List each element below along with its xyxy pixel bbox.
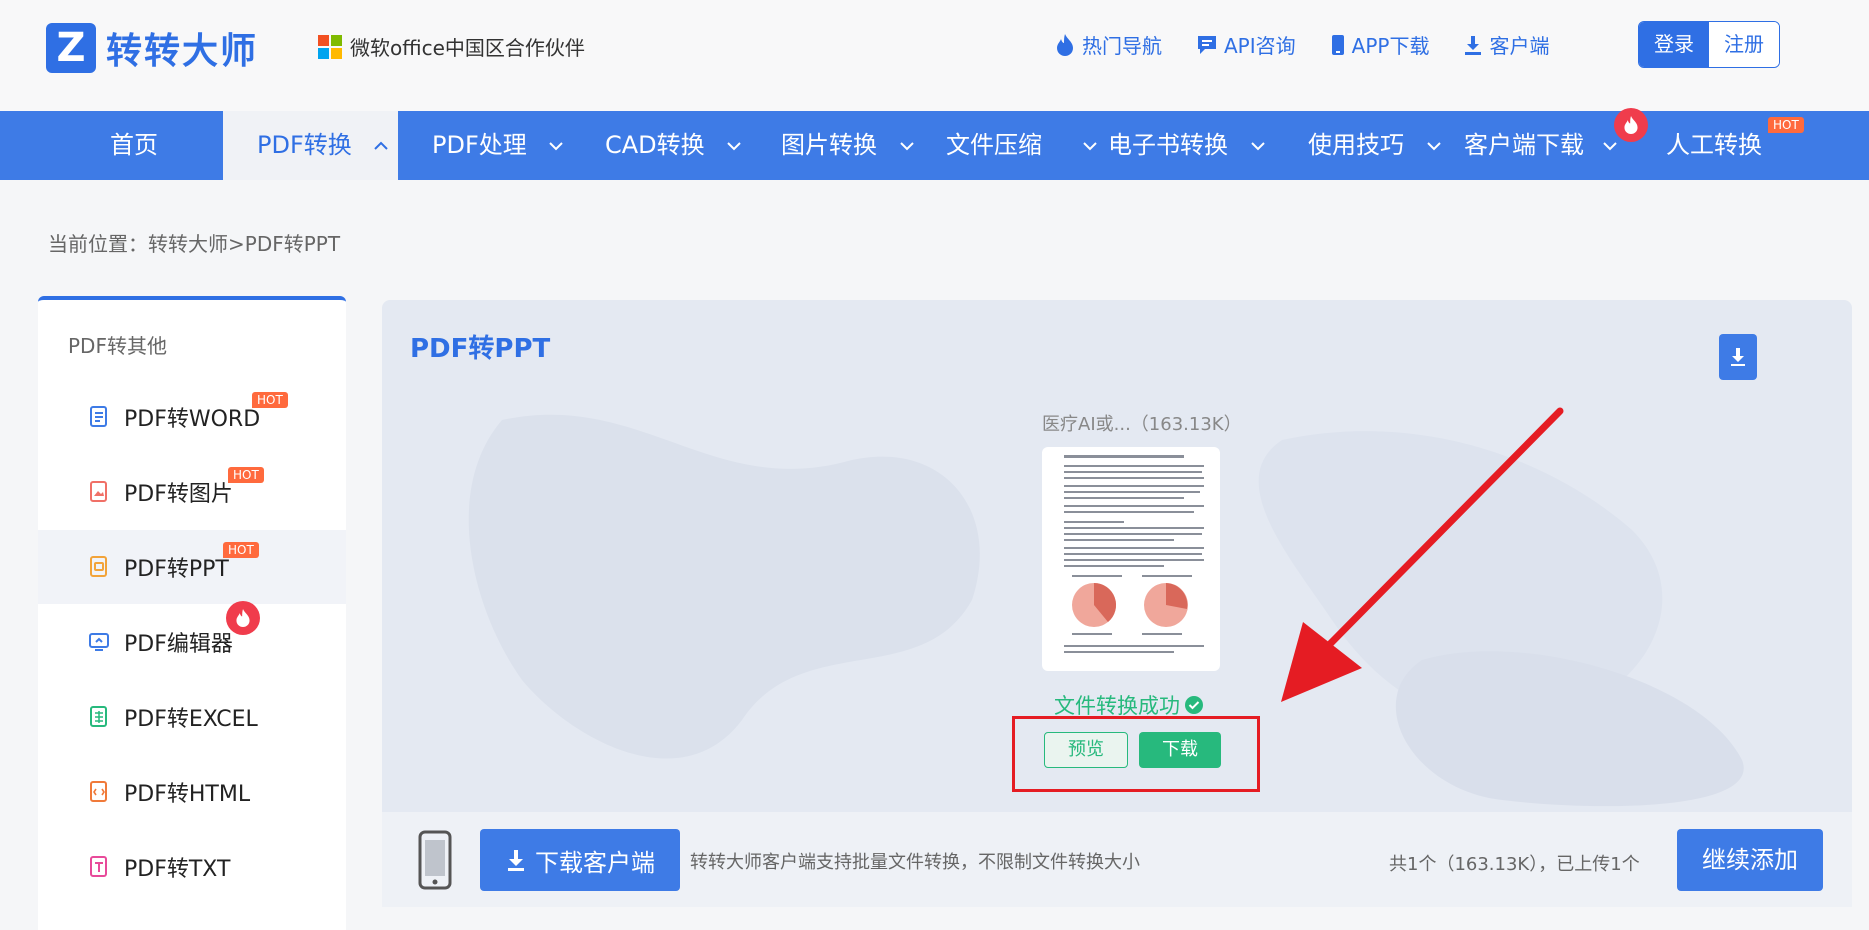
sidebar-item-pdf-html[interactable]: PDF转HTML	[38, 755, 346, 829]
mobile-phone-icon	[418, 830, 452, 890]
sidebar-item-pdf-image[interactable]: PDF转图片	[38, 455, 346, 529]
nav-compress-label: 文件压缩	[946, 131, 1042, 159]
top-header: Z 转转大师 微软office中国区合作伙伴 热门导航 API咨询 APP下载 …	[0, 0, 1869, 111]
sidebar-item-label: PDF转图片	[124, 482, 233, 507]
nav-home-label: 首页	[110, 131, 158, 159]
partner-badge: 微软office中国区合作伙伴	[318, 32, 585, 61]
sidebar-item-label: PDF转EXCEL	[124, 707, 258, 732]
upload-footer: 下载客户端 转转大师客户端支持批量文件转换，不限制文件转换大小 共1个（163.…	[382, 812, 1852, 907]
sidebar-hot-badge: HOT	[252, 392, 288, 408]
chat-icon	[1198, 35, 1216, 54]
file-name: 医疗AI或...（163.13K）	[1042, 414, 1242, 435]
download-client-button[interactable]: 下载客户端	[480, 829, 680, 891]
logo-mark: Z	[46, 23, 96, 73]
html-file-icon	[90, 781, 107, 802]
top-links: 热门导航 API咨询 APP下载 客户端	[1054, 30, 1583, 59]
nav-cad-label: CAD转换	[605, 131, 705, 159]
nav-home[interactable]: 首页	[110, 111, 158, 180]
chevron-up-icon	[374, 141, 389, 150]
txt-file-icon	[90, 856, 107, 877]
sidebar-item-pdf-txt[interactable]: PDF转TXT	[38, 830, 346, 904]
chevron-down-icon	[549, 142, 564, 151]
continue-add-button[interactable]: 继续添加	[1677, 829, 1823, 891]
topnav-api-label: API咨询	[1224, 34, 1296, 58]
panel-download-button[interactable]	[1719, 334, 1757, 380]
excel-file-icon	[90, 706, 107, 727]
download-icon	[508, 850, 524, 871]
logo-text: 转转大师	[106, 31, 259, 72]
chevron-down-icon	[1426, 142, 1441, 151]
sidebar-item-label: PDF转HTML	[124, 782, 251, 807]
chevron-down-icon	[1602, 142, 1617, 151]
fire-icon	[1057, 33, 1073, 56]
auth-group: 登录 注册	[1638, 21, 1780, 68]
sidebar-item-label: PDF编辑器	[124, 632, 233, 657]
convert-panel: PDF转PPT 医疗AI或...（163.13K） 文件转换成功 预览 下载	[382, 300, 1852, 812]
nav-image[interactable]: 图片转换	[781, 111, 915, 180]
breadcrumb: 当前位置：转转大师>PDF转PPT	[48, 232, 341, 256]
sidebar-item-label: PDF转PPT	[124, 557, 229, 582]
sidebar-hot-badge: HOT	[228, 467, 264, 483]
nav-manual-hot-badge: HOT	[1768, 117, 1804, 133]
panel-title: PDF转PPT	[410, 334, 551, 364]
nav-tips[interactable]: 使用技巧	[1308, 111, 1442, 180]
nav-tips-label: 使用技巧	[1308, 131, 1404, 159]
topnav-hot[interactable]: 热门导航	[1054, 30, 1162, 59]
main-nav: 首页 PDF转换 PDF处理 CAD转换 图片转换 文件压缩 电子书转换 使用技…	[0, 108, 1869, 180]
image-file-icon	[90, 481, 107, 502]
topnav-api[interactable]: API咨询	[1196, 30, 1296, 59]
microsoft-icon	[318, 34, 342, 59]
nav-cad[interactable]: CAD转换	[605, 111, 742, 180]
sidebar-item-pdf-editor[interactable]: PDF编辑器	[38, 605, 346, 679]
sidebar: PDF转其他 PDF转WORD HOT PDF转图片 HOT PDF转PPT H…	[38, 296, 346, 930]
sidebar-item-pdf-ppt[interactable]: PDF转PPT	[38, 530, 346, 604]
sidebar-item-label: PDF转WORD	[124, 407, 261, 432]
chevron-down-icon	[727, 142, 742, 151]
sidebar-hot-badge: HOT	[223, 542, 259, 558]
fire-badge-icon	[1614, 108, 1648, 142]
nav-ebook[interactable]: 电子书转换	[1108, 111, 1266, 180]
nav-manual[interactable]: 人工转换	[1666, 111, 1762, 180]
phone-icon	[1331, 34, 1344, 55]
ppt-file-icon	[90, 556, 107, 577]
word-file-icon	[90, 406, 107, 427]
chevron-down-icon	[1082, 142, 1097, 151]
monitor-icon	[89, 633, 109, 651]
document-preview	[1064, 455, 1204, 653]
sidebar-item-pdf-word[interactable]: PDF转WORD	[38, 380, 346, 454]
file-thumbnail[interactable]	[1042, 447, 1220, 671]
nav-client-download-label: 客户端下载	[1464, 131, 1584, 159]
nav-ebook-label: 电子书转换	[1108, 131, 1228, 159]
chevron-down-icon	[1250, 142, 1265, 151]
topnav-client[interactable]: 客户端	[1463, 30, 1549, 59]
partner-text: 微软office中国区合作伙伴	[350, 36, 585, 60]
nav-client-download[interactable]: 客户端下载	[1464, 111, 1618, 180]
register-button[interactable]: 注册	[1709, 22, 1779, 67]
sidebar-item-label: PDF转TXT	[124, 857, 231, 882]
nav-pdf-convert-label: PDF转换	[257, 131, 352, 159]
topnav-app[interactable]: APP下载	[1330, 30, 1430, 59]
topnav-hot-label: 热门导航	[1082, 34, 1162, 58]
nav-pdf-process[interactable]: PDF处理	[432, 111, 564, 180]
fire-badge-icon	[226, 601, 260, 635]
download-client-label: 下载客户端	[535, 848, 655, 877]
nav-manual-label: 人工转换	[1666, 131, 1762, 159]
topnav-app-label: APP下载	[1351, 34, 1430, 58]
chevron-down-icon	[899, 142, 914, 151]
logo[interactable]: Z 转转大师	[46, 22, 258, 74]
nav-compress[interactable]: 文件压缩	[946, 111, 1098, 180]
file-count: 共1个（163.13K），已上传1个	[1389, 854, 1640, 875]
client-note: 转转大师客户端支持批量文件转换，不限制文件转换大小	[690, 852, 1140, 873]
highlight-box	[1012, 716, 1260, 792]
check-circle-icon	[1185, 696, 1203, 714]
nav-image-label: 图片转换	[781, 131, 877, 159]
download-icon	[1731, 348, 1745, 366]
nav-pdf-convert[interactable]: PDF转换	[223, 111, 398, 180]
topnav-client-label: 客户端	[1489, 34, 1550, 58]
sidebar-title: PDF转其他	[68, 334, 167, 358]
sidebar-item-pdf-excel[interactable]: PDF转EXCEL	[38, 680, 346, 754]
login-button[interactable]: 登录	[1639, 22, 1709, 67]
nav-pdf-process-label: PDF处理	[432, 131, 527, 159]
download-icon	[1465, 35, 1482, 55]
